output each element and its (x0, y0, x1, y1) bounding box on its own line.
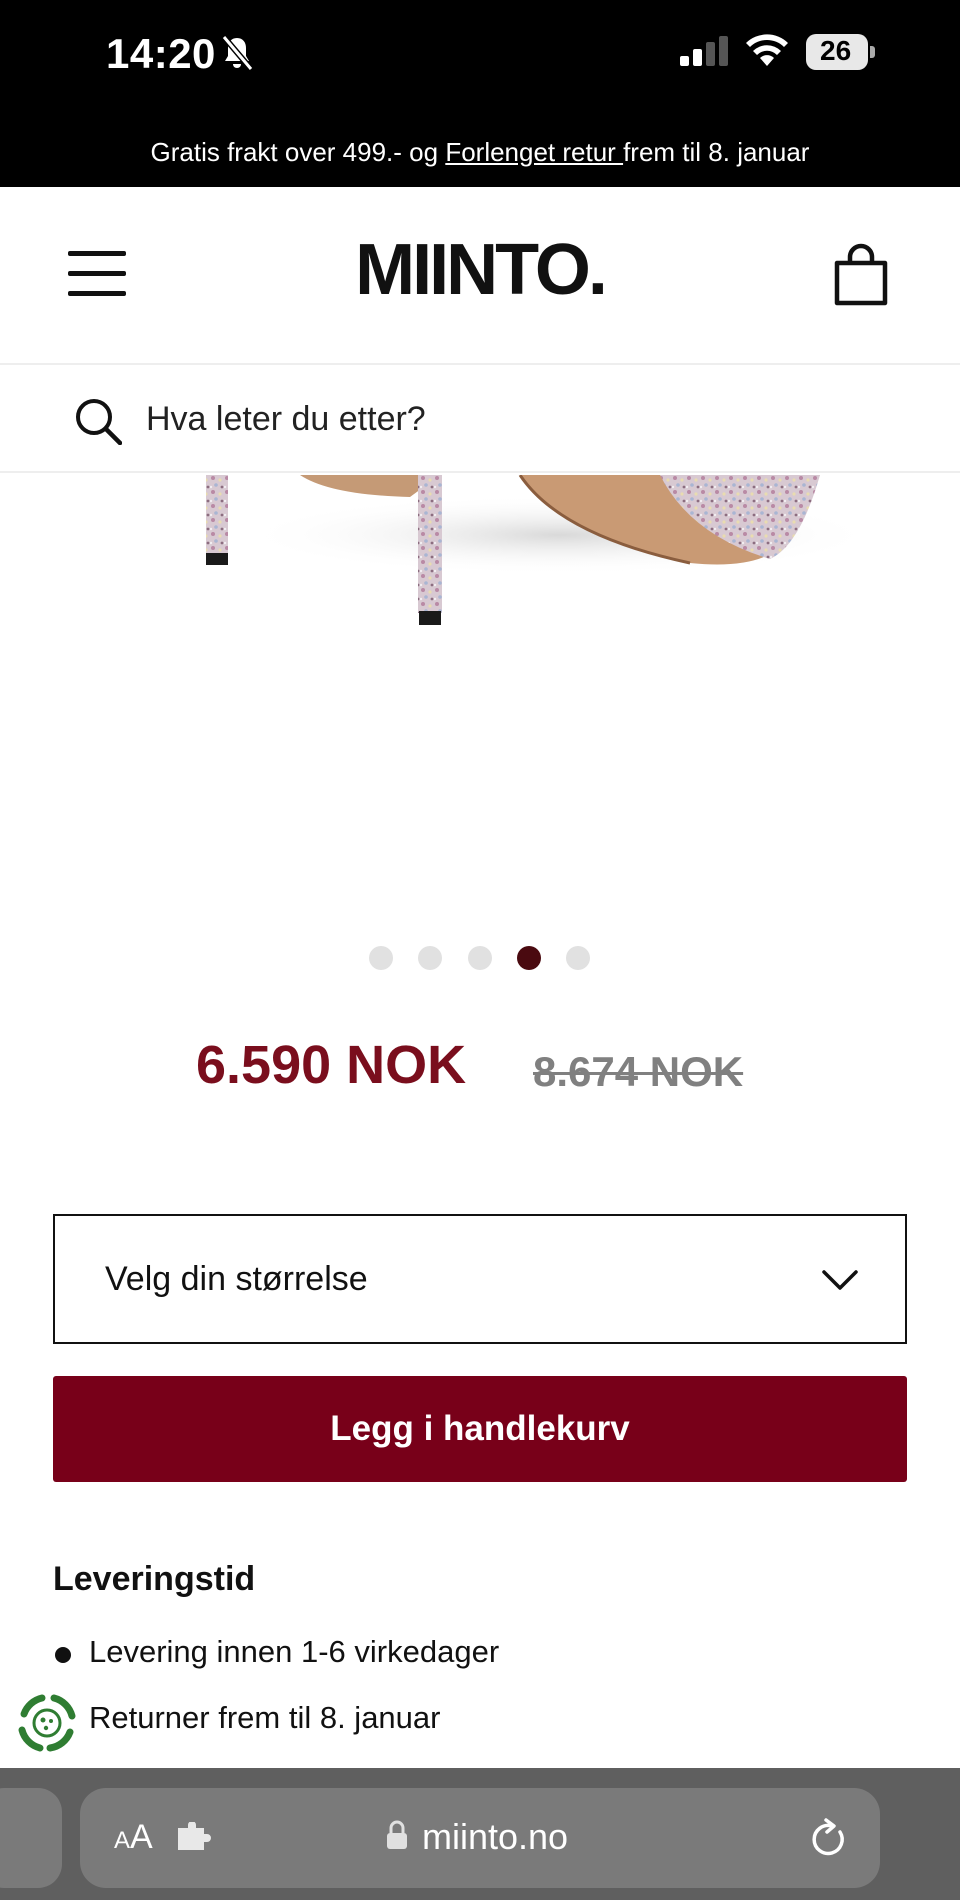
shopping-bag-icon[interactable] (832, 243, 890, 307)
product-image[interactable] (0, 475, 960, 895)
promo-text-start: Gratis frakt over 499.- og (150, 137, 446, 167)
carousel-dot[interactable] (517, 946, 541, 970)
price-original: 8.674 NOK (533, 1048, 744, 1095)
aa-small: A (114, 1827, 131, 1854)
status-time: 14:20 (106, 30, 216, 77)
site-header: MIINTO. (0, 187, 960, 365)
bell-muted-icon (221, 35, 254, 71)
delivery-item-text: Returner frem til 8. januar (89, 1700, 441, 1735)
delivery-heading: Leveringstid (53, 1560, 256, 1598)
battery-cap (870, 46, 875, 58)
promo-return-link[interactable]: Forlenget retur (445, 137, 623, 167)
site-logo[interactable]: MIINTO. (0, 229, 960, 311)
carousel-dot[interactable] (418, 946, 442, 970)
carousel-dot[interactable] (468, 946, 492, 970)
aa-large: A (130, 1818, 153, 1856)
search-input[interactable] (146, 391, 846, 447)
lock-icon (387, 1820, 407, 1849)
chevron-down-icon (822, 1270, 858, 1290)
previous-tab[interactable] (0, 1788, 62, 1888)
size-select[interactable]: Velg din størrelse (53, 1214, 907, 1344)
extension-icon[interactable] (176, 1822, 212, 1852)
status-bar: 14:20 26 (0, 0, 960, 110)
carousel-dot[interactable] (369, 946, 393, 970)
search-bar (0, 365, 960, 473)
add-to-cart-button[interactable]: Legg i handlekurv (53, 1376, 907, 1482)
carousel-dots (0, 946, 960, 970)
url-text: miinto.no (422, 1816, 569, 1857)
search-icon (76, 399, 122, 445)
promo-text-end: frem til 8. januar (623, 137, 810, 167)
browser-toolbar: AA miinto.no (0, 1768, 960, 1900)
carousel-dot[interactable] (566, 946, 590, 970)
eco-badge-icon[interactable] (14, 1690, 80, 1756)
promo-banner: Gratis frakt over 499.- og Forlenget ret… (0, 110, 960, 187)
price-current: 6.590 NOK (196, 1035, 467, 1095)
address-bar[interactable]: AA miinto.no (80, 1788, 880, 1888)
battery-indicator: 26 (806, 34, 875, 70)
reader-aa-button[interactable]: AA (114, 1818, 153, 1857)
wifi-icon (746, 34, 788, 66)
delivery-item-text: Levering innen 1-6 virkedager (89, 1634, 500, 1669)
size-select-label: Velg din størrelse (105, 1260, 368, 1298)
bullet-icon (55, 1647, 71, 1663)
battery-level: 26 (820, 35, 852, 66)
signal-icon (680, 36, 728, 66)
product-photo (206, 475, 880, 625)
reload-icon[interactable] (810, 1818, 848, 1858)
